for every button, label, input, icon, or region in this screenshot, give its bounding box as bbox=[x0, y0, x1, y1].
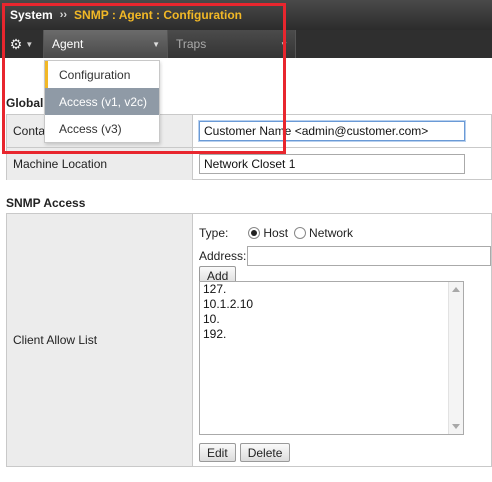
contact-field-cell bbox=[193, 115, 491, 147]
machine-location-label: Machine Location bbox=[7, 148, 193, 180]
chevron-down-icon: ▼ bbox=[280, 39, 288, 49]
menu-item-configuration[interactable]: Configuration bbox=[45, 61, 159, 88]
breadcrumb-current: SNMP : Agent : Configuration bbox=[74, 8, 243, 22]
menu-item-access-v3[interactable]: Access (v3) bbox=[45, 115, 159, 142]
global-section-title: Global bbox=[6, 96, 44, 110]
delete-button[interactable]: Delete bbox=[239, 443, 291, 462]
snmp-access-table: Client Allow List Type: Host Network Add… bbox=[6, 213, 492, 467]
list-item[interactable]: 10.1.2.10 bbox=[200, 297, 463, 312]
chevron-down-icon: ▼ bbox=[25, 39, 34, 49]
list-actions: Edit Delete bbox=[199, 443, 291, 462]
contact-field[interactable] bbox=[199, 121, 465, 141]
settings-menu-button[interactable]: ⚙ ▼ bbox=[0, 30, 44, 58]
address-label: Address: bbox=[199, 249, 247, 263]
network-radio-label[interactable]: Network bbox=[309, 226, 353, 240]
tab-agent-label: Agent bbox=[52, 37, 84, 51]
machine-location-field[interactable] bbox=[199, 154, 465, 174]
client-allow-list-label: Client Allow List bbox=[7, 214, 193, 466]
menu-item-label: Configuration bbox=[59, 67, 131, 82]
network-radio[interactable] bbox=[294, 227, 307, 239]
type-selector: Type: Host Network bbox=[199, 226, 353, 240]
menu-item-label: Access (v1, v2c) bbox=[59, 94, 148, 109]
menu-item-access-v1-v2c[interactable]: Access (v1, v2c) bbox=[45, 88, 159, 115]
location-row: Machine Location bbox=[7, 148, 491, 180]
listbox-scrollbar[interactable] bbox=[448, 282, 463, 434]
client-allow-field-cell: Type: Host Network Address: Add 127. 10.… bbox=[193, 214, 492, 466]
tab-agent[interactable]: Agent ▼ bbox=[44, 30, 168, 58]
scroll-up-icon[interactable] bbox=[452, 287, 460, 292]
scroll-down-icon[interactable] bbox=[452, 424, 460, 429]
breadcrumb-separator: ›› bbox=[59, 9, 68, 21]
host-radio-label[interactable]: Host bbox=[263, 226, 288, 240]
gear-icon: ⚙ bbox=[9, 35, 23, 52]
edit-button[interactable]: Edit bbox=[199, 443, 236, 462]
nav-bar: ⚙ ▼ Agent ▼ Traps ▼ bbox=[0, 30, 492, 58]
title-bar: System ›› SNMP : Agent : Configuration bbox=[0, 0, 492, 30]
agent-dropdown-menu: Configuration Access (v1, v2c) Access (v… bbox=[44, 60, 160, 143]
host-radio[interactable] bbox=[248, 227, 261, 239]
tab-traps[interactable]: Traps ▼ bbox=[168, 30, 296, 58]
menu-item-label: Access (v3) bbox=[59, 121, 122, 136]
type-label: Type: bbox=[199, 226, 229, 240]
chevron-down-icon: ▼ bbox=[152, 39, 160, 49]
client-allow-listbox[interactable]: 127. 10.1.2.10 10. 192. bbox=[199, 281, 464, 435]
snmp-access-section-title: SNMP Access bbox=[6, 196, 86, 210]
location-field-cell bbox=[193, 148, 491, 180]
breadcrumb-root[interactable]: System bbox=[10, 8, 53, 22]
address-field[interactable] bbox=[247, 246, 492, 266]
tab-traps-label: Traps bbox=[176, 37, 207, 51]
address-row: Address: bbox=[199, 246, 492, 266]
list-item[interactable]: 10. bbox=[200, 312, 463, 327]
client-allow-row: Client Allow List Type: Host Network Add… bbox=[7, 214, 492, 466]
list-item[interactable]: 127. bbox=[200, 282, 463, 297]
list-item[interactable]: 192. bbox=[200, 327, 463, 342]
